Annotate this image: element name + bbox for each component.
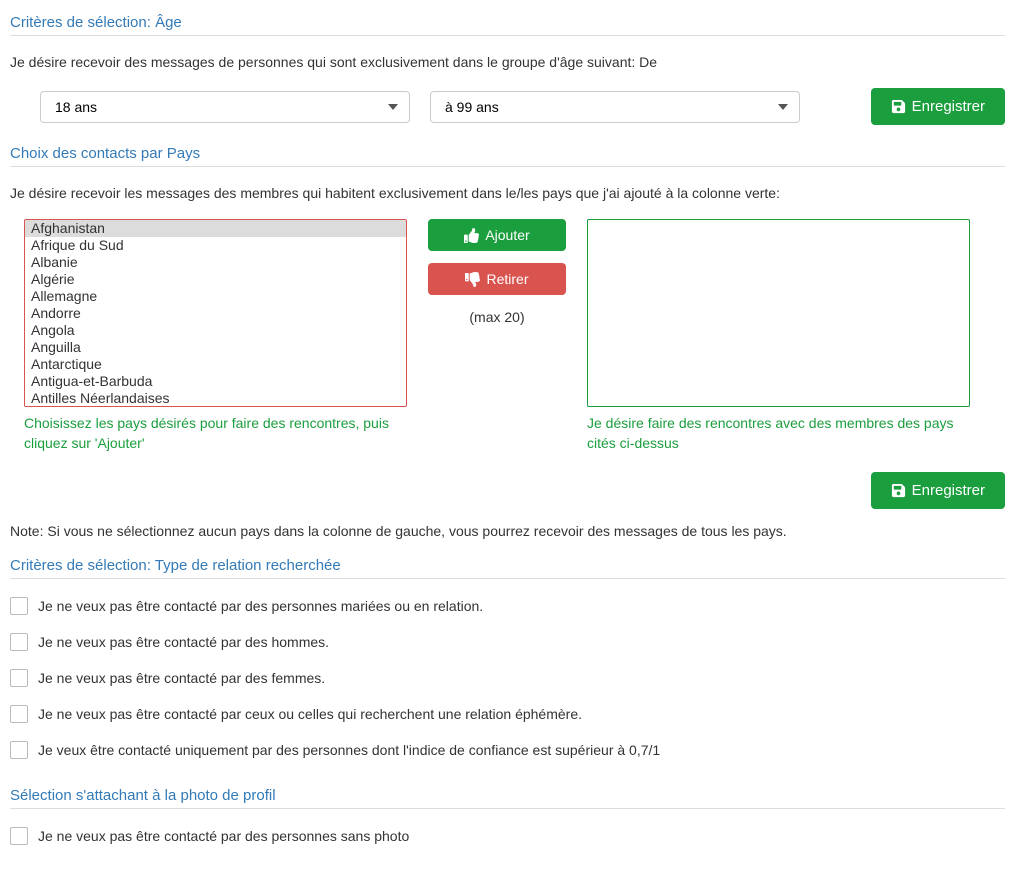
country-option[interactable]: Algérie — [25, 271, 406, 288]
thumbs-down-icon — [465, 272, 480, 287]
section-header-country: Choix des contacts par Pays — [10, 145, 1005, 167]
thumbs-up-icon — [464, 228, 479, 243]
age-from-select[interactable]: 18 ans — [40, 91, 410, 123]
save-icon — [891, 99, 906, 114]
remove-country-label: Retirer — [486, 271, 528, 287]
save-country-button[interactable]: Enregistrer — [871, 472, 1005, 509]
photo-checkbox[interactable] — [10, 827, 28, 845]
add-country-button[interactable]: Ajouter — [428, 219, 566, 251]
relation-option-row: Je ne veux pas être contacté par des per… — [10, 597, 1005, 615]
country-option[interactable]: Antilles Néerlandaises — [25, 390, 406, 407]
relation-checkbox[interactable] — [10, 741, 28, 759]
country-source-col: AfghanistanAfrique du SudAlbanieAlgérieA… — [24, 219, 407, 454]
country-controls: Ajouter Retirer (max 20) — [427, 219, 567, 325]
country-option[interactable]: Andorre — [25, 305, 406, 322]
country-option[interactable]: Antarctique — [25, 356, 406, 373]
age-to-wrapper: à 99 ans — [430, 91, 800, 123]
relation-options: Je ne veux pas être contacté par des per… — [10, 597, 1005, 759]
country-save-row: Enregistrer — [10, 472, 1005, 509]
country-option[interactable]: Allemagne — [25, 288, 406, 305]
save-country-label: Enregistrer — [912, 482, 985, 499]
section-header-age: Critères de sélection: Âge — [10, 14, 1005, 36]
relation-option-row: Je ne veux pas être contacté par ceux ou… — [10, 705, 1005, 723]
age-from-wrapper: 18 ans — [40, 91, 410, 123]
country-option[interactable]: Afrique du Sud — [25, 237, 406, 254]
country-target-hint: Je désire faire des rencontres avec des … — [587, 413, 970, 454]
country-description: Je désire recevoir les messages des memb… — [10, 185, 1005, 201]
save-age-label: Enregistrer — [912, 98, 985, 115]
country-source-hint: Choisissez les pays désirés pour faire d… — [24, 413, 407, 454]
section-header-relation: Critères de sélection: Type de relation … — [10, 557, 1005, 579]
section-header-photo: Sélection s'attachant à la photo de prof… — [10, 787, 1005, 809]
country-max-text: (max 20) — [469, 309, 524, 325]
relation-checkbox-label[interactable]: Je veux être contacté uniquement par des… — [38, 742, 660, 758]
photo-option-row: Je ne veux pas être contacté par des per… — [10, 827, 1005, 845]
relation-checkbox[interactable] — [10, 633, 28, 651]
age-row: 18 ans à 99 ans Enregistrer — [10, 88, 1005, 125]
relation-option-row: Je ne veux pas être contacté par des hom… — [10, 633, 1005, 651]
age-to-select[interactable]: à 99 ans — [430, 91, 800, 123]
relation-checkbox-label[interactable]: Je ne veux pas être contacté par des fem… — [38, 670, 325, 686]
age-description: Je désire recevoir des messages de perso… — [10, 54, 1005, 70]
country-option[interactable]: Antigua-et-Barbuda — [25, 373, 406, 390]
country-option[interactable]: Angola — [25, 322, 406, 339]
country-target-list[interactable] — [587, 219, 970, 407]
save-icon — [891, 483, 906, 498]
country-target-col: Je désire faire des rencontres avec des … — [587, 219, 970, 454]
relation-checkbox-label[interactable]: Je ne veux pas être contacté par des hom… — [38, 634, 329, 650]
add-country-label: Ajouter — [485, 227, 529, 243]
country-source-list[interactable]: AfghanistanAfrique du SudAlbanieAlgérieA… — [24, 219, 407, 407]
country-option[interactable]: Afghanistan — [25, 220, 406, 237]
country-option[interactable]: Albanie — [25, 254, 406, 271]
relation-checkbox-label[interactable]: Je ne veux pas être contacté par des per… — [38, 598, 483, 614]
country-option[interactable]: Anguilla — [25, 339, 406, 356]
country-note: Note: Si vous ne sélectionnez aucun pays… — [10, 523, 1005, 539]
relation-checkbox-label[interactable]: Je ne veux pas être contacté par ceux ou… — [38, 706, 582, 722]
relation-option-row: Je veux être contacté uniquement par des… — [10, 741, 1005, 759]
save-age-button[interactable]: Enregistrer — [871, 88, 1005, 125]
relation-checkbox[interactable] — [10, 669, 28, 687]
photo-checkbox-label[interactable]: Je ne veux pas être contacté par des per… — [38, 828, 409, 844]
relation-checkbox[interactable] — [10, 597, 28, 615]
remove-country-button[interactable]: Retirer — [428, 263, 566, 295]
country-row: AfghanistanAfrique du SudAlbanieAlgérieA… — [10, 219, 1005, 454]
relation-checkbox[interactable] — [10, 705, 28, 723]
relation-option-row: Je ne veux pas être contacté par des fem… — [10, 669, 1005, 687]
